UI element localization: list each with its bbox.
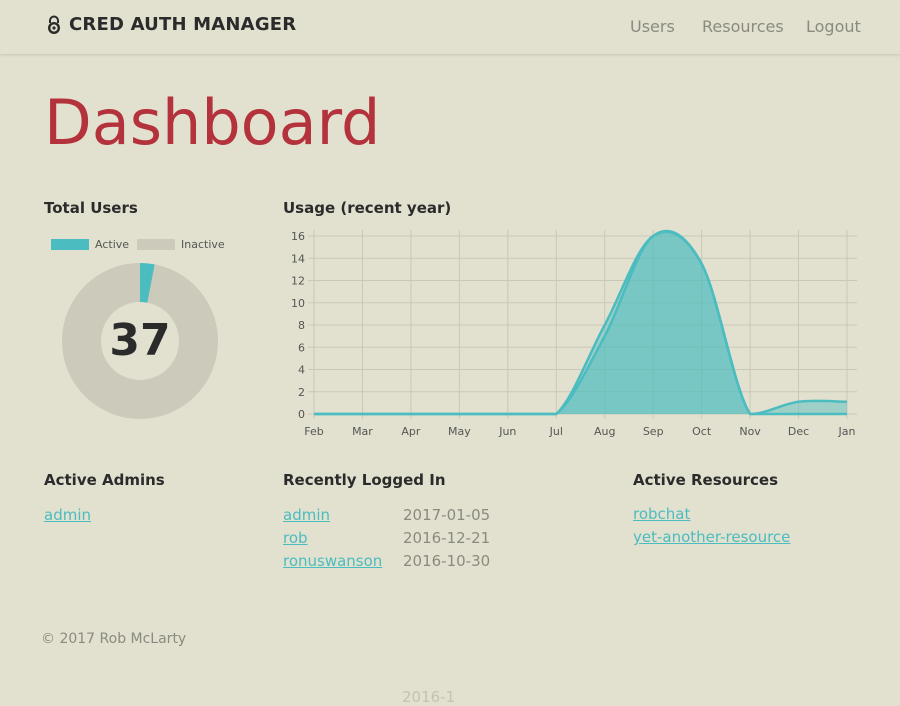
resource-link-yet-another-resource[interactable]: yet-another-resource [633, 528, 790, 546]
brand[interactable]: CRED AUTH MANAGER [46, 14, 296, 35]
resource-link-robchat[interactable]: robchat [633, 505, 690, 523]
recent-user-link[interactable]: admin [283, 506, 330, 524]
x-tick-label: Feb [304, 425, 323, 438]
x-tick-label: Jul [549, 425, 563, 438]
usage-area-1 [314, 231, 847, 414]
legend-active-label: Active [95, 238, 130, 251]
footer-copyright: © 2017 Rob McLarty [41, 631, 187, 647]
x-tick-label: Apr [401, 425, 421, 438]
y-tick-label: 2 [298, 386, 305, 399]
x-tick-label: Dec [788, 425, 809, 438]
brand-name: CRED AUTH MANAGER [69, 14, 297, 35]
recent-login-date: 2016-10-30 [403, 552, 491, 570]
legend-active-swatch [51, 239, 89, 250]
nav-link-resources[interactable]: Resources [702, 17, 784, 36]
x-tick-label: Jan [838, 425, 856, 438]
legend-inactive: Inactive [137, 238, 225, 251]
navbar: CRED AUTH MANAGER Users Resources Logout [0, 0, 900, 54]
usage-chart: 0 2 4 6 8 10 12 14 16 Feb Mar Apr May Jun Jul Aug Sep Oct… [291, 229, 857, 438]
legend-inactive-swatch [137, 239, 175, 250]
page-title: Dashboard [44, 86, 381, 159]
nav-link-logout[interactable]: Logout [806, 17, 861, 36]
recent-login-date: 2016-12-21 [403, 529, 491, 547]
y-tick-label: 4 [298, 364, 305, 377]
y-tick-label: 6 [298, 341, 305, 354]
recent-user-link[interactable]: ronuswanson [283, 552, 382, 570]
y-tick-label: 16 [291, 230, 305, 243]
y-tick-label: 0 [298, 408, 305, 421]
nav-link-users[interactable]: Users [630, 17, 675, 36]
legend-inactive-label: Inactive [181, 238, 225, 251]
x-tick-label: May [448, 425, 471, 438]
x-tick-label: Mar [352, 425, 373, 438]
partial-date-text: 2016-1 [402, 688, 456, 706]
x-tick-label: Nov [739, 425, 761, 438]
y-tick-label: 14 [291, 252, 305, 265]
recent-login-date: 2017-01-05 [403, 506, 491, 524]
y-tick-label: 10 [291, 297, 305, 310]
active-resources-title: Active Resources [633, 471, 779, 489]
legend-active: Active [51, 238, 129, 251]
recently-logged-in-title: Recently Logged In [283, 471, 446, 489]
x-tick-label: Oct [692, 425, 712, 438]
admin-link-admin[interactable]: admin [44, 506, 91, 524]
y-tick-label: 12 [291, 275, 305, 288]
total-users-count: 37 [109, 315, 171, 366]
active-admins-title: Active Admins [44, 471, 165, 489]
recent-user-link[interactable]: rob [283, 529, 308, 547]
lock-icon [48, 15, 60, 34]
x-tick-label: Aug [594, 425, 615, 438]
total-users-title: Total Users [44, 199, 138, 217]
usage-title: Usage (recent year) [283, 199, 452, 217]
x-tick-label: Sep [643, 425, 664, 438]
y-tick-label: 8 [298, 319, 305, 332]
x-tick-label: Jun [498, 425, 516, 438]
